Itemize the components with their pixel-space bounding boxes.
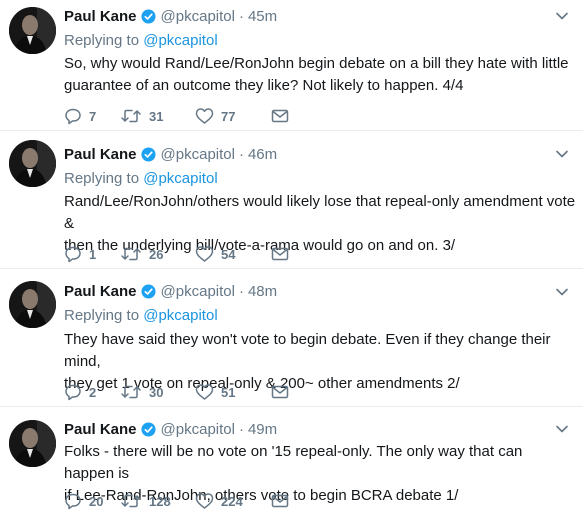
- reply-button[interactable]: 20: [64, 492, 120, 510]
- display-name[interactable]: Paul Kane: [64, 421, 137, 438]
- direct-message-button[interactable]: [271, 108, 291, 124]
- like-button[interactable]: 54: [195, 245, 271, 263]
- replying-to: Replying to @pkcapitol: [64, 32, 218, 49]
- tweet-actions: 2 30 51: [64, 382, 291, 402]
- like-count: 54: [221, 246, 236, 262]
- chevron-down-icon[interactable]: [556, 425, 568, 433]
- retweet-count: 30: [149, 384, 164, 400]
- replying-to-label: Replying to: [64, 32, 140, 49]
- verified-badge-icon: [141, 8, 156, 24]
- tweet[interactable]: Paul Kane @pkcapitol · 45m Replying to @…: [0, 0, 583, 131]
- verified-badge-icon: [141, 421, 156, 437]
- display-name[interactable]: Paul Kane: [64, 283, 137, 300]
- chevron-down-icon[interactable]: [556, 12, 568, 20]
- reply-count: 7: [89, 108, 97, 124]
- retweet-icon: [121, 494, 141, 508]
- replying-to: Replying to @pkcapitol: [64, 170, 218, 187]
- retweet-icon: [121, 247, 141, 261]
- display-name[interactable]: Paul Kane: [64, 146, 137, 163]
- handle[interactable]: @pkcapitol: [161, 8, 235, 25]
- avatar-photo: [9, 7, 56, 54]
- tweet-actions: 7 31 77: [64, 106, 291, 126]
- reply-icon: [65, 246, 81, 263]
- reply-count: 20: [89, 493, 104, 509]
- replying-to: Replying to @pkcapitol: [64, 307, 218, 324]
- retweet-button[interactable]: 30: [120, 383, 195, 401]
- heart-icon: [195, 493, 214, 509]
- retweet-count: 128: [149, 493, 171, 509]
- retweet-count: 31: [149, 108, 164, 124]
- tweet-text: So, why would Rand/Lee/RonJohn begin deb…: [64, 55, 569, 94]
- chevron-down-icon[interactable]: [556, 150, 568, 158]
- heart-icon: [195, 108, 214, 124]
- mention-link[interactable]: @pkcapitol: [143, 32, 217, 49]
- retweet-icon: [121, 109, 141, 123]
- direct-message-button[interactable]: [271, 384, 291, 400]
- like-count: 77: [221, 108, 236, 124]
- envelope-icon: [271, 385, 289, 399]
- handle[interactable]: @pkcapitol: [161, 146, 235, 163]
- reply-icon: [65, 493, 81, 510]
- tweet[interactable]: Paul Kane @pkcapitol · 46m Replying to @…: [0, 131, 583, 269]
- avatar[interactable]: [9, 281, 56, 328]
- display-name[interactable]: Paul Kane: [64, 8, 137, 25]
- timestamp[interactable]: 46m: [248, 146, 277, 163]
- reply-button[interactable]: 2: [64, 383, 120, 401]
- reply-button[interactable]: 1: [64, 245, 120, 263]
- retweet-icon: [121, 385, 141, 399]
- heart-icon: [195, 246, 214, 262]
- direct-message-button[interactable]: [271, 493, 291, 509]
- avatar[interactable]: [9, 420, 56, 467]
- retweet-button[interactable]: 26: [120, 245, 195, 263]
- avatar[interactable]: [9, 140, 56, 187]
- reply-count: 1: [89, 246, 97, 262]
- separator-dot: ·: [238, 7, 244, 25]
- mention-link[interactable]: @pkcapitol: [143, 170, 217, 187]
- reply-icon: [65, 108, 81, 125]
- timestamp[interactable]: 48m: [248, 283, 277, 300]
- avatar[interactable]: [9, 7, 56, 54]
- separator-dot: ·: [238, 420, 244, 438]
- like-button[interactable]: 77: [195, 107, 271, 125]
- separator-dot: ·: [238, 145, 244, 163]
- replying-to-label: Replying to: [64, 307, 140, 324]
- chevron-down-icon[interactable]: [556, 288, 568, 296]
- verified-badge-icon: [141, 146, 156, 162]
- envelope-icon: [271, 494, 289, 508]
- reply-icon: [65, 384, 81, 401]
- reply-button[interactable]: 7: [64, 107, 120, 125]
- tweet[interactable]: Paul Kane @pkcapitol · 48m Replying to @…: [0, 269, 583, 407]
- avatar-photo: [9, 420, 56, 467]
- retweet-button[interactable]: 31: [120, 107, 195, 125]
- like-button[interactable]: 224: [195, 492, 271, 510]
- avatar-photo: [9, 140, 56, 187]
- retweet-button[interactable]: 128: [120, 492, 195, 510]
- like-button[interactable]: 51: [195, 383, 271, 401]
- envelope-icon: [271, 247, 289, 261]
- handle[interactable]: @pkcapitol: [161, 283, 235, 300]
- tweet-actions: 20 128 224: [64, 491, 291, 511]
- timestamp[interactable]: 49m: [248, 421, 277, 438]
- handle[interactable]: @pkcapitol: [161, 421, 235, 438]
- envelope-icon: [271, 109, 289, 123]
- reply-count: 2: [89, 384, 97, 400]
- tweet-actions: 1 26 54: [64, 244, 291, 264]
- heart-icon: [195, 384, 214, 400]
- tweet[interactable]: Paul Kane @pkcapitol · 49m Folks - there…: [0, 407, 583, 519]
- retweet-count: 26: [149, 246, 164, 262]
- verified-badge-icon: [141, 283, 156, 299]
- direct-message-button[interactable]: [271, 246, 291, 262]
- like-count: 224: [221, 493, 243, 509]
- timestamp[interactable]: 45m: [248, 8, 277, 25]
- replying-to-label: Replying to: [64, 170, 140, 187]
- separator-dot: ·: [238, 282, 244, 300]
- mention-link[interactable]: @pkcapitol: [143, 307, 217, 324]
- avatar-photo: [9, 281, 56, 328]
- like-count: 51: [221, 384, 236, 400]
